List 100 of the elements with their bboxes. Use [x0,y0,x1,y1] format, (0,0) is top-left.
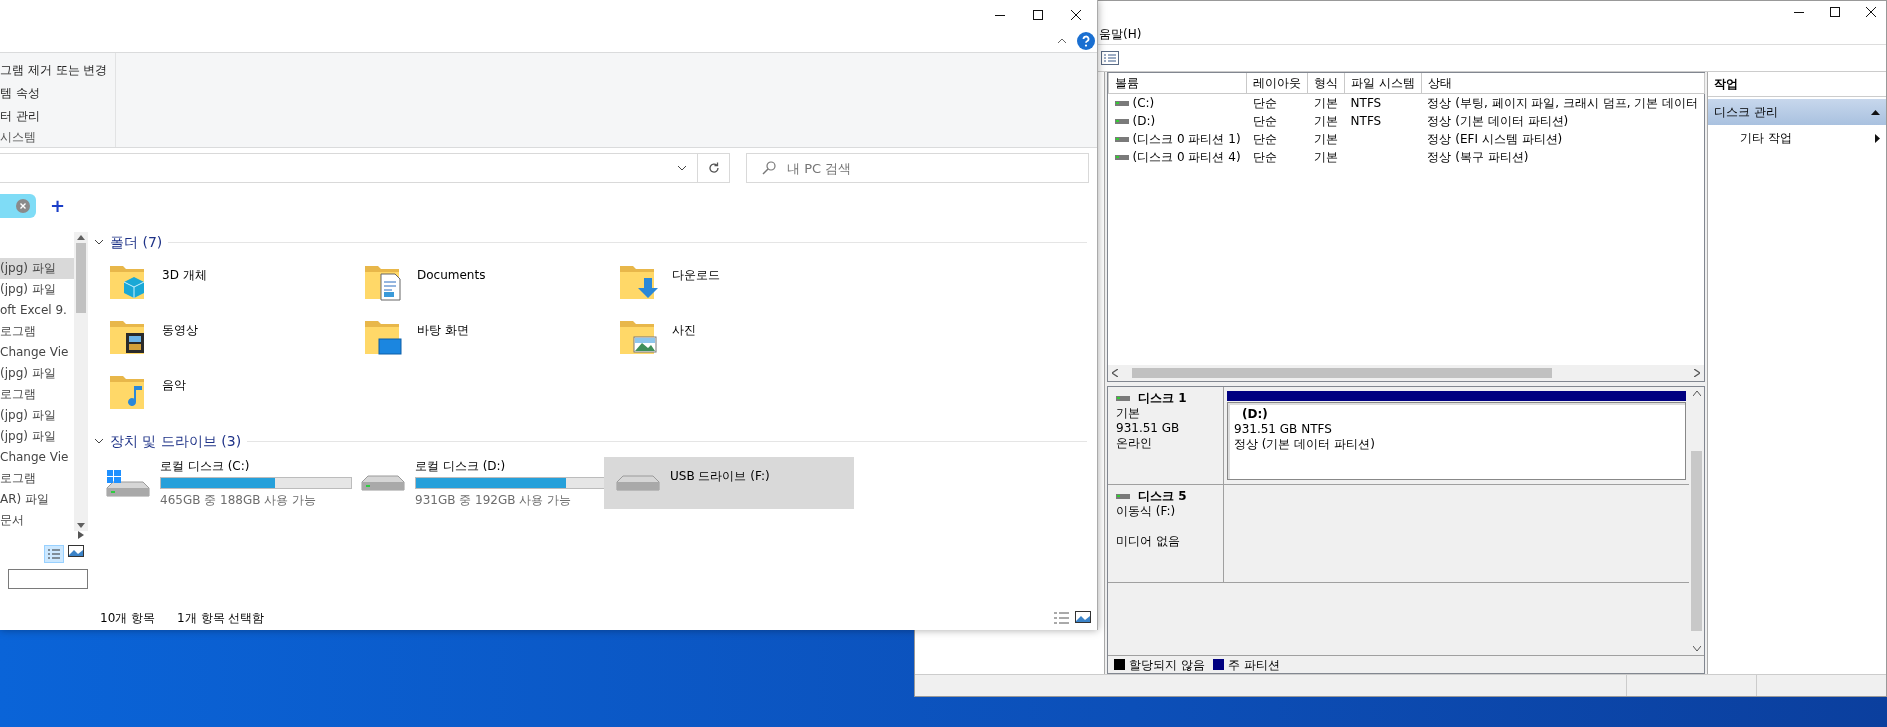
drive-tile[interactable]: 로컬 디스크 (C:) 465GB 중 188GB 사용 가능 [94,457,349,509]
column-header[interactable]: 레이아웃 [1246,73,1308,94]
ribbon-item[interactable]: 터 관리 [0,105,115,128]
nav-item[interactable]: (jpg) 파일 [0,405,74,426]
nav-item[interactable]: 로그램 [0,468,74,489]
preview-icon[interactable] [68,545,84,557]
search-icon [762,161,776,175]
actions-title: 작업 [1708,72,1886,97]
input-field[interactable] [8,569,88,589]
scroll-right-icon[interactable] [78,531,84,539]
table-cell: NTFS [1344,93,1422,112]
folder-name[interactable]: Documents [417,260,486,284]
search-field[interactable]: 내 PC 검색 [746,153,1089,183]
folder-name[interactable]: 바탕 화면 [417,315,469,339]
table-cell-text: (C:) [1132,95,1155,112]
scrollbar[interactable] [74,232,88,531]
table-cell: 정상 (부팅, 페이지 파일, 크래시 덤프, 기본 데이터 [1421,93,1705,112]
scroll-down-icon[interactable] [1692,646,1701,651]
ribbon-item[interactable]: 그램 제거 또는 변경 [0,59,115,82]
properties-icon[interactable] [1101,51,1119,65]
partition-size: 931.51 GB NTFS [1234,422,1333,437]
scrollbar-thumb[interactable] [76,243,86,313]
column-header[interactable]: 형식 [1307,73,1345,94]
nav-item[interactable]: Change Vie [0,447,74,468]
clear-icon[interactable] [16,199,30,213]
legend-label: 주 파티션 [1227,656,1280,674]
add-tag-button[interactable]: + [50,197,66,215]
table-cell-text: (디스크 0 파티션 1) [1132,131,1241,148]
menu-item[interactable]: 움말(H) [1099,24,1142,43]
large-icons-view-icon[interactable] [1075,610,1091,623]
scroll-left-icon[interactable] [1112,369,1118,377]
folder-name[interactable]: 다운로드 [672,260,720,284]
drive-tile[interactable]: USB 드라이브 (F:) [604,457,854,509]
table-cell-text: 기본 [1312,113,1339,130]
tag-chip[interactable] [0,194,36,218]
table-cell: 기본 [1307,93,1345,112]
nav-item[interactable]: (jpg) 파일 [0,279,74,300]
disk-state: 미디어 없음 [1116,534,1181,549]
nav-item[interactable]: oft Excel 9. [0,300,74,321]
table-cell: 단순 [1246,93,1308,112]
table-cell-text: 단순 [1251,131,1278,148]
folder-name[interactable]: 동영상 [162,315,198,339]
maximize-icon[interactable] [1033,10,1043,20]
drive-name: USB 드라이브 (F:) [670,468,770,485]
partition-status: 정상 (기본 데이터 파티션) [1234,437,1376,452]
nav-item[interactable]: 로그램 [0,384,74,405]
disk-state: 온라인 [1116,436,1153,451]
volume-icon [1114,153,1129,161]
table-cell-text: 정상 (복구 파티션) [1426,149,1530,166]
drive-tile[interactable]: 로컬 디스크 (D:) 931GB 중 192GB 사용 가능 [349,457,604,509]
chevron-icon[interactable] [677,165,687,171]
table-cell-text: (디스크 0 파티션 4) [1132,149,1241,166]
scrollbar[interactable] [1108,365,1704,381]
nav-item[interactable]: (jpg) 파일 [0,426,74,447]
scroll-down-icon[interactable] [77,523,85,528]
ribbon-item[interactable]: 템 속성 [0,82,115,105]
table-cell-text: 기본 [1312,149,1339,166]
scroll-up-icon[interactable] [1692,391,1701,396]
nav-item[interactable]: AR) 파일 [0,489,74,510]
help-icon[interactable] [1077,32,1095,50]
table-cell-text: 기본 [1312,131,1339,148]
action-label: 기타 작업 [1740,130,1792,147]
column-header[interactable]: 상태 [1421,73,1705,94]
collapse-icon[interactable] [94,438,104,444]
status-text: 1개 항목 선택함 [177,609,265,627]
volume-icon [1114,99,1129,107]
drive-space-text: 931GB 중 192GB 사용 가능 [415,492,573,509]
drive-name: 로컬 디스크 (D:) [415,458,507,475]
drive-icon [361,475,405,491]
action-item[interactable]: 기타 작업 [1708,125,1886,151]
collapse-icon[interactable] [1871,109,1880,115]
scroll-right-icon[interactable] [1694,369,1700,377]
status-text: 10개 항목 [100,609,156,627]
section-title[interactable]: 장치 및 드라이브 (3) [110,430,242,452]
table-cell-text: 정상 (EFI 시스템 파티션) [1426,131,1564,148]
nav-item[interactable]: (jpg) 파일 [0,258,74,279]
action-section[interactable]: 디스크 관리 [1708,99,1886,125]
column-header[interactable]: 볼륨 [1108,73,1247,94]
column-header[interactable]: 파일 시스템 [1344,73,1422,94]
chevron-icon[interactable] [1057,38,1067,44]
close-icon[interactable] [1866,7,1876,17]
section-title[interactable]: 폴더 (7) [110,231,163,253]
close-icon[interactable] [1071,10,1081,20]
nav-item[interactable]: (jpg) 파일 [0,363,74,384]
refresh-icon[interactable] [707,162,720,174]
action-label: 디스크 관리 [1714,104,1778,121]
scroll-up-icon[interactable] [77,235,85,240]
nav-item[interactable]: Change Vie [0,342,74,363]
folder-name[interactable]: 3D 개체 [162,260,207,284]
maximize-icon[interactable] [1830,7,1840,17]
folder-name[interactable]: 음악 [162,370,186,394]
drive-icon [616,475,660,491]
nav-item[interactable]: 문서 [0,510,74,531]
folder-name[interactable]: 사진 [672,315,696,339]
disk-name: 디스크 1 [1138,391,1187,406]
nav-item[interactable]: 로그램 [0,321,74,342]
table-cell-text: 단순 [1251,149,1278,166]
collapse-icon[interactable] [94,239,104,245]
partition-name[interactable]: (D:) [1234,407,1679,422]
table-cell-text: NTFS [1349,113,1383,130]
